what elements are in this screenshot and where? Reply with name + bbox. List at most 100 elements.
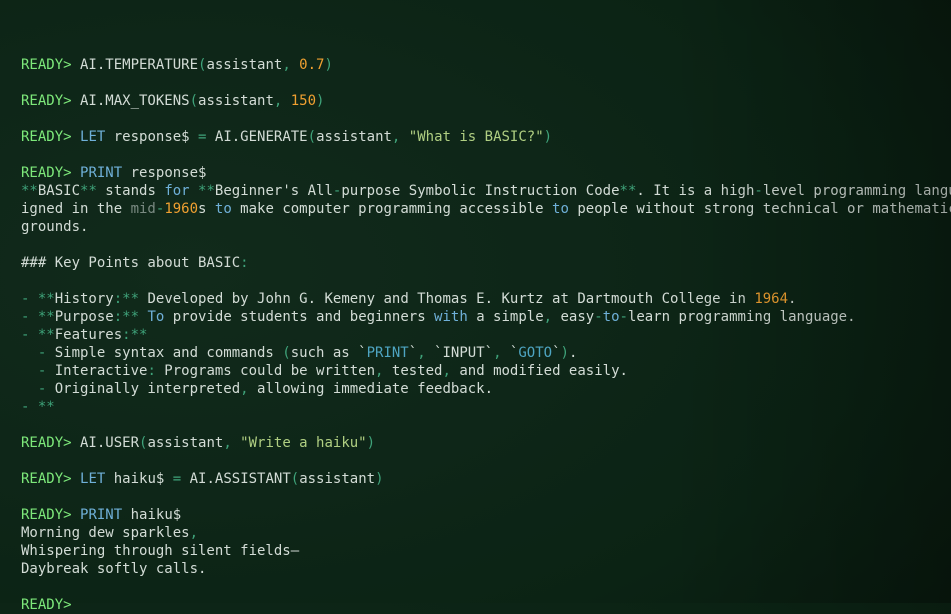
output-line: - **Purpose:** To provide students and b… bbox=[21, 308, 951, 326]
terminal-text: AI.TEMPERATURE bbox=[72, 57, 198, 73]
terminal-text: `INPUT` bbox=[434, 345, 493, 361]
terminal-text: ( bbox=[291, 471, 299, 487]
terminal-text: haiku$ bbox=[105, 471, 172, 487]
terminal-output[interactable]: READY> AI.TEMPERATURE(assistant, 0.7) RE… bbox=[21, 38, 951, 614]
ready-prompt: READY> bbox=[21, 435, 72, 451]
terminal-text: :** bbox=[114, 309, 139, 325]
terminal-text: Whispering through silent fields— bbox=[21, 543, 299, 559]
terminal-text bbox=[21, 363, 38, 379]
output-line: Morning dew sparkles, bbox=[21, 524, 951, 542]
terminal-text: for bbox=[164, 183, 189, 199]
terminal-text: , bbox=[274, 93, 291, 109]
terminal-text bbox=[21, 381, 38, 397]
terminal-text: such as ` bbox=[291, 345, 367, 361]
output-line bbox=[21, 236, 951, 254]
terminal-text: to bbox=[552, 201, 569, 217]
terminal-text: - bbox=[21, 291, 38, 307]
terminal-text: 1964 bbox=[754, 291, 788, 307]
terminal-text: PRINT bbox=[367, 345, 409, 361]
terminal-text: : bbox=[147, 363, 155, 379]
terminal-text: tested bbox=[383, 363, 442, 379]
prompt-line: READY> LET haiku$ = AI.ASSISTANT(assista… bbox=[21, 470, 951, 488]
terminal-text: haiku$ bbox=[122, 507, 181, 523]
terminal-text: - bbox=[21, 309, 38, 325]
ready-prompt: READY> bbox=[21, 129, 72, 145]
terminal-text: response$ bbox=[122, 165, 206, 181]
terminal-text: grounds. bbox=[21, 219, 88, 235]
output-line bbox=[21, 488, 951, 506]
terminal-text: ** bbox=[38, 309, 55, 325]
terminal-text: , bbox=[417, 345, 434, 361]
ready-prompt: READY> bbox=[21, 93, 72, 109]
terminal-text: - bbox=[38, 345, 55, 361]
terminal-text bbox=[72, 129, 80, 145]
terminal-text: - bbox=[38, 381, 55, 397]
output-line: Whispering through silent fields— bbox=[21, 542, 951, 560]
terminal-text: people without strong technical or mathe… bbox=[569, 201, 951, 217]
terminal-text: AI.GENERATE bbox=[206, 129, 307, 145]
terminal-text: to bbox=[215, 201, 232, 217]
output-line: - Originally interpreted, allowing immed… bbox=[21, 380, 951, 398]
terminal-text: assistant bbox=[206, 57, 282, 73]
output-line bbox=[21, 578, 951, 596]
prompt-line: READY> AI.TEMPERATURE(assistant, 0.7) bbox=[21, 56, 951, 74]
prompt-line: READY> AI.MAX_TOKENS(assistant, 150) bbox=[21, 92, 951, 110]
terminal-text: , bbox=[282, 57, 299, 73]
terminal-text: ) bbox=[375, 471, 383, 487]
terminal-text: ) bbox=[324, 57, 332, 73]
terminal-text: ) bbox=[561, 345, 569, 361]
terminal-text: Originally interpreted bbox=[55, 381, 240, 397]
terminal-text: BASIC bbox=[38, 183, 80, 199]
terminal-text bbox=[72, 507, 80, 523]
terminal-text: Purpose bbox=[55, 309, 114, 325]
terminal-text: ` bbox=[552, 345, 560, 361]
terminal-text: , bbox=[442, 363, 450, 379]
terminal-text: allowing immediate feedback. bbox=[249, 381, 493, 397]
output-line: - **Features:** bbox=[21, 326, 951, 344]
terminal-text: assistant bbox=[147, 435, 223, 451]
prompt-line: READY> LET response$ = AI.GENERATE(assis… bbox=[21, 128, 951, 146]
terminal-text: assistant bbox=[316, 129, 392, 145]
terminal-text: , bbox=[190, 525, 198, 541]
terminal-text: Beginner's All bbox=[215, 183, 333, 199]
terminal-text bbox=[72, 165, 80, 181]
terminal-text: learn programming language. bbox=[628, 309, 856, 325]
terminal-text: ` bbox=[409, 345, 417, 361]
terminal-text: , bbox=[544, 309, 552, 325]
terminal-text: Interactive bbox=[55, 363, 148, 379]
terminal-text: Simple syntax and commands bbox=[55, 345, 283, 361]
terminal-text: - bbox=[754, 183, 762, 199]
ready-prompt: READY> bbox=[21, 57, 72, 73]
terminal-text: ** bbox=[21, 183, 38, 199]
terminal-text: ** bbox=[80, 183, 97, 199]
terminal-text: , bbox=[493, 345, 510, 361]
terminal-text: :** bbox=[122, 327, 147, 343]
terminal-text: with bbox=[434, 309, 468, 325]
terminal-text: ** bbox=[38, 327, 55, 343]
terminal-text: GOTO bbox=[518, 345, 552, 361]
terminal-text: To bbox=[147, 309, 164, 325]
terminal-text: , bbox=[240, 381, 248, 397]
terminal-text: 1960 bbox=[164, 201, 198, 217]
terminal-text: PRINT bbox=[80, 507, 122, 523]
terminal-text: Daybreak softly calls. bbox=[21, 561, 206, 577]
output-line: **BASIC** stands for **Beginner's All-pu… bbox=[21, 182, 951, 200]
terminal-text: 0.7 bbox=[299, 57, 324, 73]
ready-prompt: READY> bbox=[21, 165, 72, 181]
ready-prompt: READY> bbox=[21, 507, 72, 523]
terminal-text: mid bbox=[131, 201, 156, 217]
terminal-text: LET bbox=[80, 471, 105, 487]
terminal-text: . bbox=[569, 345, 577, 361]
terminal-text: Morning dew sparkles bbox=[21, 525, 190, 541]
terminal-text: Programs could be written bbox=[156, 363, 375, 379]
terminal-text: ** bbox=[198, 183, 215, 199]
terminal-text: ) bbox=[367, 435, 375, 451]
terminal-text: ( bbox=[282, 345, 290, 361]
output-line bbox=[21, 416, 951, 434]
terminal-text: and modified easily. bbox=[451, 363, 628, 379]
terminal-text: 150 bbox=[291, 93, 316, 109]
terminal-text: AI.MAX_TOKENS bbox=[72, 93, 190, 109]
output-line bbox=[21, 452, 951, 470]
terminal-text: ### Key Points about BASIC bbox=[21, 255, 240, 271]
output-line bbox=[21, 110, 951, 128]
